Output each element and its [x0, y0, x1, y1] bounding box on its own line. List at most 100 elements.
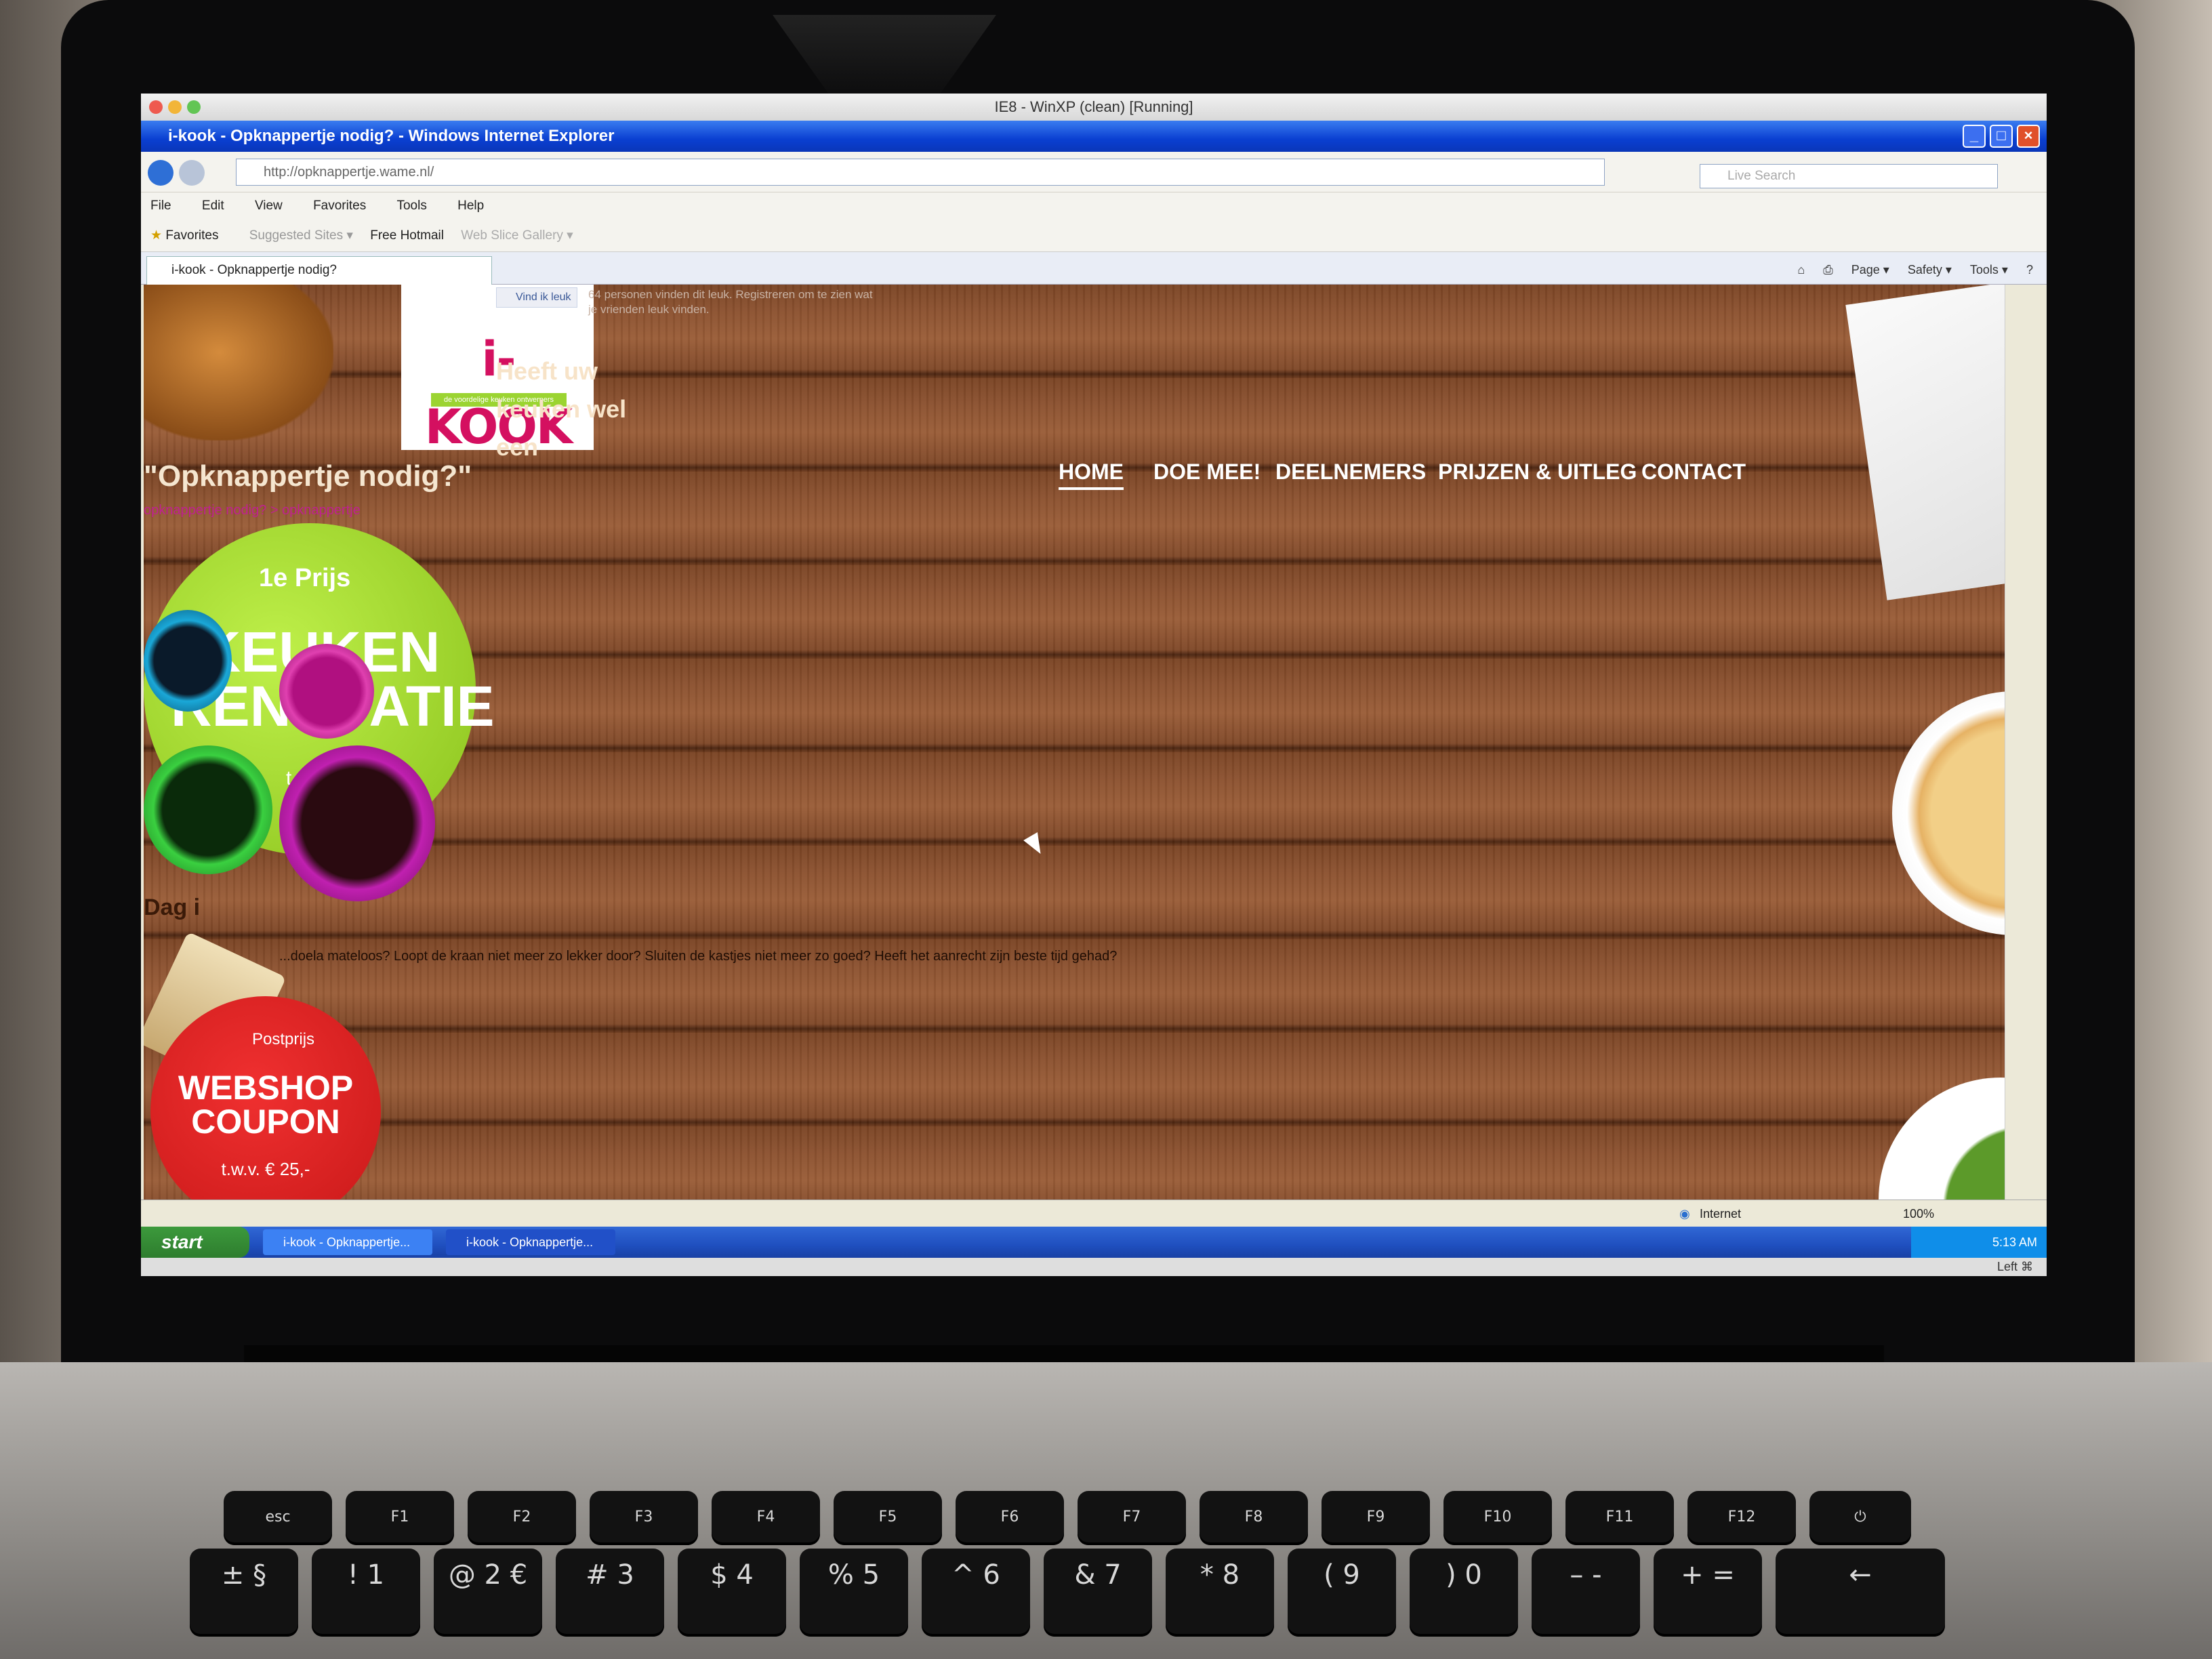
favorites-bar: ★ Favorites Suggested Sites ▾ Free Hotma…	[141, 220, 2047, 252]
key-0[interactable]: ) 0	[1410, 1549, 1518, 1637]
close-dot[interactable]	[149, 100, 163, 114]
paint-can-purple	[279, 745, 435, 901]
ie-close-button[interactable]: ×	[2017, 125, 2040, 148]
ie-maximize-button[interactable]: □	[1990, 125, 2013, 148]
fb-like-text: 64 personen vinden dit leuk. Registreren…	[588, 288, 873, 316]
forward-icon[interactable]	[179, 160, 205, 186]
intro-text: ...doela mateloos? Loopt de kraan niet m…	[279, 949, 1118, 964]
coupon-value: t.w.v. € 25,-	[221, 1159, 310, 1179]
tools-menu[interactable]: Tools ▾	[1970, 263, 2008, 276]
page-title: "Opknappertje nodig?"	[144, 459, 472, 493]
menu-view[interactable]: View	[255, 199, 283, 213]
page-menu[interactable]: Page ▾	[1851, 263, 1889, 276]
vm-statusbar: Left ⌘	[141, 1258, 2047, 1276]
key-f9[interactable]: F9	[1322, 1491, 1430, 1545]
breadcrumb[interactable]: opknappertje nodig? > opknappertje	[144, 503, 361, 518]
slogan: Heeft uw keuken wel een	[496, 357, 627, 461]
minimize-dot[interactable]	[168, 100, 182, 114]
key-esc[interactable]: esc	[224, 1491, 332, 1545]
key-9[interactable]: ( 9	[1288, 1549, 1396, 1637]
tab-row: i-kook - Opknappertje nodig? ⌂ ⎙ Page ▾ …	[141, 252, 2047, 285]
menu-bar: File Edit View Favorites Tools Help	[141, 192, 2047, 220]
key-7[interactable]: & 7	[1044, 1549, 1152, 1637]
search-input[interactable]: Live Search	[1700, 164, 1998, 188]
key-f7[interactable]: F7	[1078, 1491, 1186, 1545]
paint-can-pink	[279, 644, 374, 739]
nav-contact[interactable]: CONTACT	[1641, 459, 1746, 485]
menu-favorites[interactable]: Favorites	[313, 199, 366, 213]
key-minus[interactable]: – -	[1532, 1549, 1640, 1637]
fb-like-button[interactable]: Vind ik leuk	[496, 287, 577, 308]
task-ie-2[interactable]: i-kook - Opknappertje...	[446, 1229, 615, 1255]
key-2[interactable]: @ 2 €	[434, 1549, 542, 1637]
coupon-tag: Postprijs	[252, 1030, 315, 1048]
web-slice-gallery-link[interactable]: Web Slice Gallery ▾	[461, 228, 573, 243]
coupon-title: WEBSHOP COUPON	[178, 1069, 354, 1141]
key-f1[interactable]: F1	[346, 1491, 454, 1545]
menu-tools[interactable]: Tools	[396, 199, 426, 213]
key-backspace[interactable]: ←	[1776, 1549, 1945, 1637]
key-equals[interactable]: + =	[1654, 1549, 1762, 1637]
web-page: i-KOOK de voordelige keuken ontwerpers V…	[144, 285, 2024, 1200]
print-icon[interactable]: ⎙	[1823, 263, 1832, 276]
zoom-dot[interactable]	[187, 100, 201, 114]
safety-menu[interactable]: Safety ▾	[1908, 263, 1952, 276]
star-icon: ★	[150, 228, 163, 243]
menu-edit[interactable]: Edit	[202, 199, 224, 213]
prize-label: 1e Prijs	[259, 564, 351, 592]
key-f8[interactable]: F8	[1200, 1491, 1308, 1545]
paint-can-blue	[144, 610, 232, 712]
croissant-image	[144, 285, 333, 441]
key-f4[interactable]: F4	[712, 1491, 820, 1545]
ie-minimize-button[interactable]: _	[1963, 125, 1986, 148]
nav-deelnemers[interactable]: DEELNEMERS	[1275, 459, 1426, 485]
task-ie-1[interactable]: i-kook - Opknappertje...	[263, 1229, 432, 1255]
key-f10[interactable]: F10	[1443, 1491, 1552, 1545]
intro-heading: Dag i	[144, 895, 201, 920]
key-5[interactable]: % 5	[800, 1549, 908, 1637]
zone-text: Internet	[1700, 1207, 1742, 1221]
key-f11[interactable]: F11	[1565, 1491, 1674, 1545]
suggested-sites-link[interactable]: Suggested Sites ▾	[249, 228, 353, 243]
taskbar: start i-kook - Opknappertje... i-kook - …	[141, 1227, 2047, 1258]
key-1[interactable]: ! 1	[312, 1549, 420, 1637]
key-section[interactable]: ± §	[190, 1549, 298, 1637]
key-f12[interactable]: F12	[1687, 1491, 1796, 1545]
system-tray: 5:13 AM	[1911, 1227, 2047, 1258]
key-f3[interactable]: F3	[590, 1491, 698, 1545]
address-bar[interactable]: http://opknappertje.wame.nl/	[236, 159, 1605, 186]
key-f5[interactable]: F5	[834, 1491, 942, 1545]
nav-doe-mee[interactable]: DOE MEE!	[1153, 459, 1261, 485]
address-row: http://opknappertje.wame.nl/ Live Search	[141, 152, 2047, 192]
key-8[interactable]: * 8	[1166, 1549, 1274, 1637]
back-icon[interactable]	[148, 160, 173, 186]
vm-titlebar: IE8 - WinXP (clean) [Running]	[141, 94, 2047, 121]
key-power[interactable]: ⏻	[1809, 1491, 1911, 1545]
free-hotmail-link[interactable]: Free Hotmail	[370, 228, 444, 243]
start-button[interactable]: start	[141, 1227, 249, 1258]
clock: 5:13 AM	[1992, 1235, 2037, 1249]
key-3[interactable]: # 3	[556, 1549, 664, 1637]
globe-icon: ◉	[1679, 1207, 1690, 1221]
favorites-button[interactable]: Favorites	[165, 228, 218, 243]
home-icon[interactable]: ⌂	[1797, 263, 1805, 276]
vm-title: IE8 - WinXP (clean) [Running]	[994, 98, 1193, 115]
key-4[interactable]: $ 4	[678, 1549, 786, 1637]
ie-titlebar: i-kook - Opknappertje nodig? - Windows I…	[141, 121, 2047, 152]
zoom-level[interactable]: 100%	[1903, 1200, 1934, 1227]
host-key: Left ⌘	[1996, 1260, 2033, 1273]
key-f2[interactable]: F2	[468, 1491, 576, 1545]
nav-home[interactable]: HOME	[1059, 459, 1124, 490]
key-f6[interactable]: F6	[956, 1491, 1064, 1545]
page-scrollbar[interactable]	[2005, 285, 2024, 1200]
status-bar: ◉ Internet 100%	[141, 1200, 2047, 1227]
command-bar: ⌂ ⎙ Page ▾ Safety ▾ Tools ▾ ?	[1782, 256, 2033, 283]
help-icon[interactable]: ?	[2026, 263, 2033, 276]
paint-can-green	[144, 745, 272, 874]
menu-file[interactable]: File	[150, 199, 171, 213]
ie-window-title: i-kook - Opknappertje nodig? - Windows I…	[168, 127, 615, 145]
tab-ikook[interactable]: i-kook - Opknappertje nodig?	[146, 256, 492, 285]
menu-help[interactable]: Help	[457, 199, 484, 213]
nav-prijzen-uitleg[interactable]: PRIJZEN & UITLEG	[1438, 459, 1637, 485]
key-6[interactable]: ^ 6	[922, 1549, 1030, 1637]
